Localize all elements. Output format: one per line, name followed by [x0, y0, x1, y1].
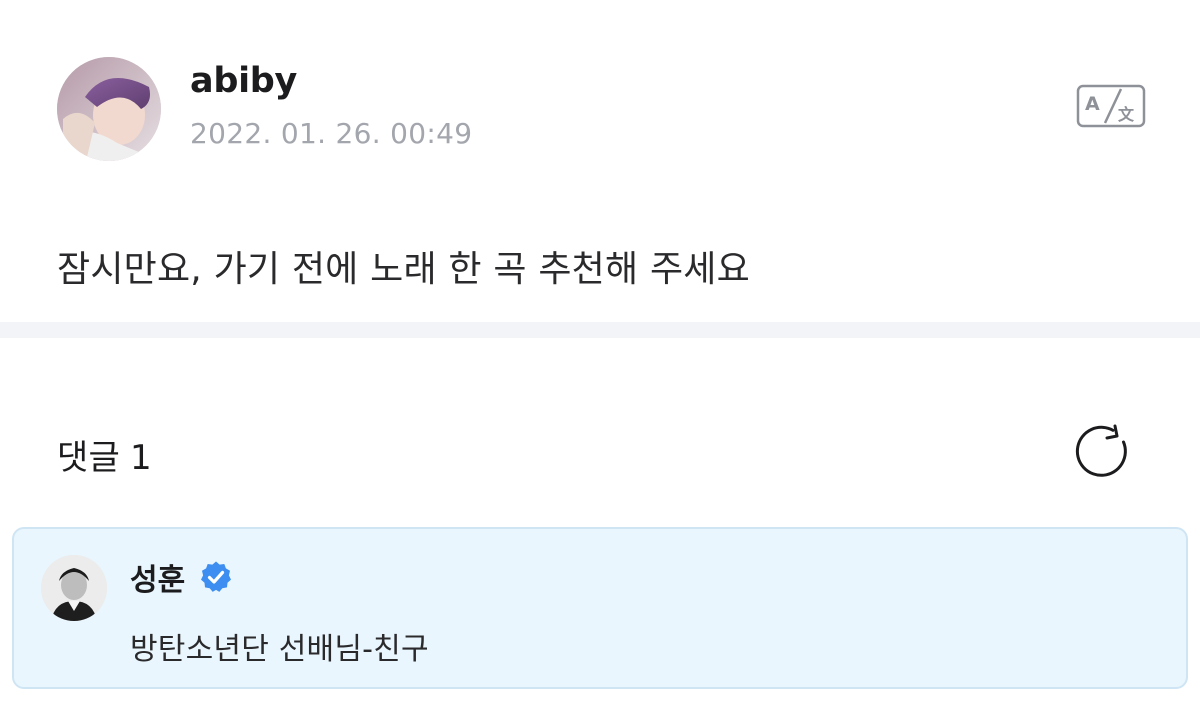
- comment-item[interactable]: 성훈 방탄소년단 선배님-친구: [12, 527, 1188, 689]
- avatar-photo: [41, 555, 107, 621]
- svg-text:文: 文: [1118, 105, 1135, 124]
- comments-header: 댓글 1: [57, 420, 1137, 484]
- comments-label: 댓글: [57, 438, 120, 478]
- verified-badge-icon: [201, 561, 232, 592]
- commenter-avatar[interactable]: [41, 555, 107, 621]
- post-header: abiby 2022. 01. 26. 00:49 A 文: [57, 57, 1147, 161]
- comment-text: 방탄소년단 선배님-친구: [130, 632, 429, 667]
- author-name[interactable]: abiby: [190, 61, 297, 101]
- post-body: 잠시만요, 가기 전에 노래 한 곡 추천해 주세요: [57, 249, 750, 290]
- refresh-icon: [1075, 424, 1127, 477]
- comments-title: 댓글 1: [57, 430, 152, 479]
- avatar-photo: [57, 57, 161, 161]
- comment-author-row: 성훈: [130, 555, 233, 599]
- comment-author-name[interactable]: 성훈: [130, 555, 185, 599]
- post-detail-page: abiby 2022. 01. 26. 00:49 A 文 잠시만요, 가기 전…: [0, 0, 1200, 727]
- svg-text:A: A: [1085, 93, 1100, 115]
- refresh-button[interactable]: [1073, 420, 1137, 484]
- author-avatar[interactable]: [57, 57, 161, 161]
- section-divider: [0, 322, 1200, 338]
- translate-icon: A 文: [1076, 84, 1146, 128]
- comments-count: 1: [129, 438, 152, 478]
- post-timestamp: 2022. 01. 26. 00:49: [190, 117, 473, 150]
- translate-button[interactable]: A 文: [1075, 83, 1147, 129]
